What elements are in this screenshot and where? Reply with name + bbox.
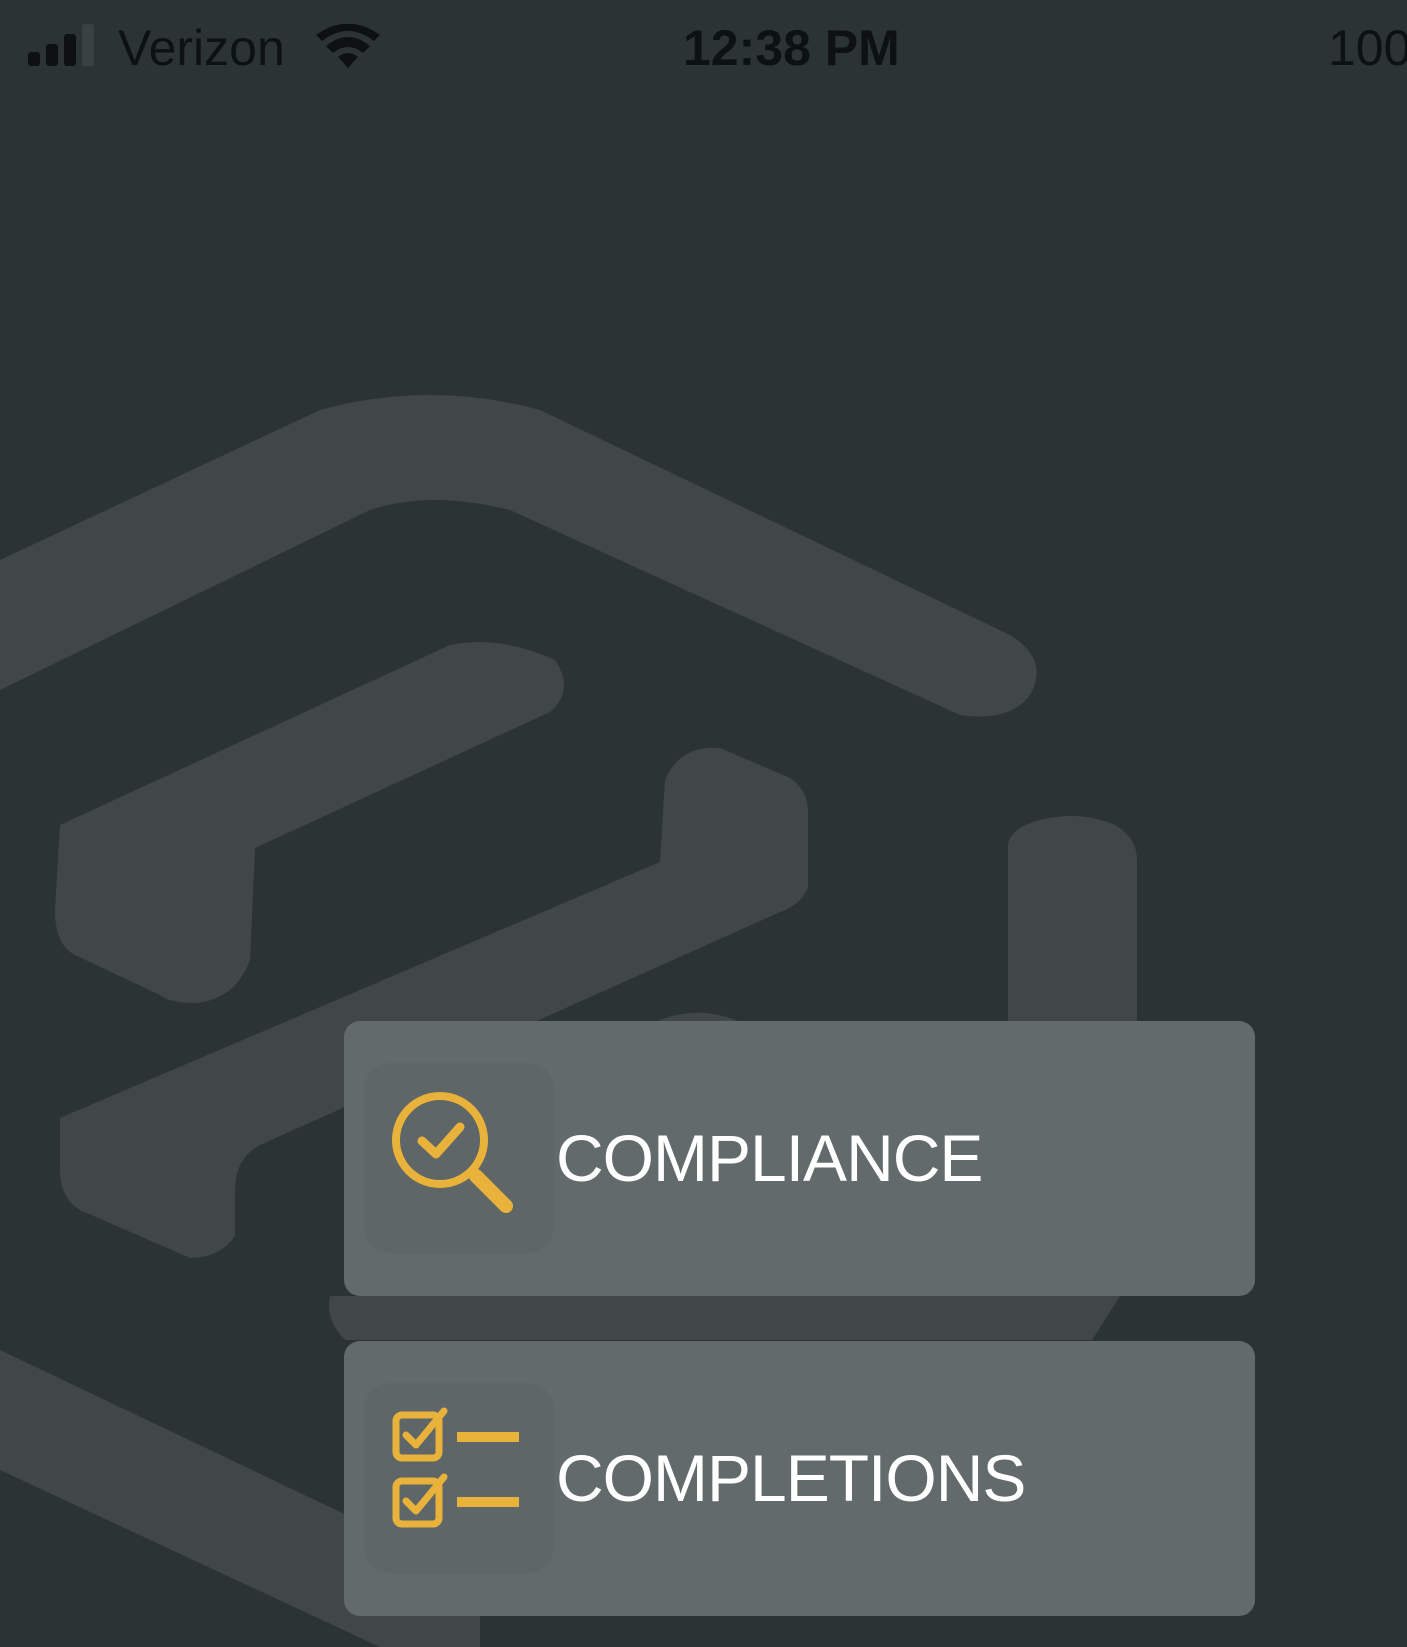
completions-label: COMPLETIONS	[556, 1441, 1026, 1515]
carrier-name: Verizon	[118, 20, 285, 76]
battery-percentage: 100	[1328, 20, 1407, 76]
compliance-button[interactable]: COMPLIANCE	[344, 1021, 1255, 1296]
completions-icon-tile	[364, 1383, 554, 1573]
completions-button[interactable]: COMPLETIONS	[344, 1341, 1255, 1616]
cellular-signal-icon	[28, 24, 94, 66]
checklist-icon	[392, 1407, 519, 1528]
status-time: 12:38 PM	[683, 20, 900, 76]
magnifier-check-icon	[392, 1092, 513, 1213]
status-bar: Verizon 12:38 PM 100	[0, 0, 1407, 100]
compliance-icon-tile	[364, 1063, 554, 1253]
compliance-label: COMPLIANCE	[556, 1121, 983, 1195]
wifi-icon	[316, 24, 380, 68]
